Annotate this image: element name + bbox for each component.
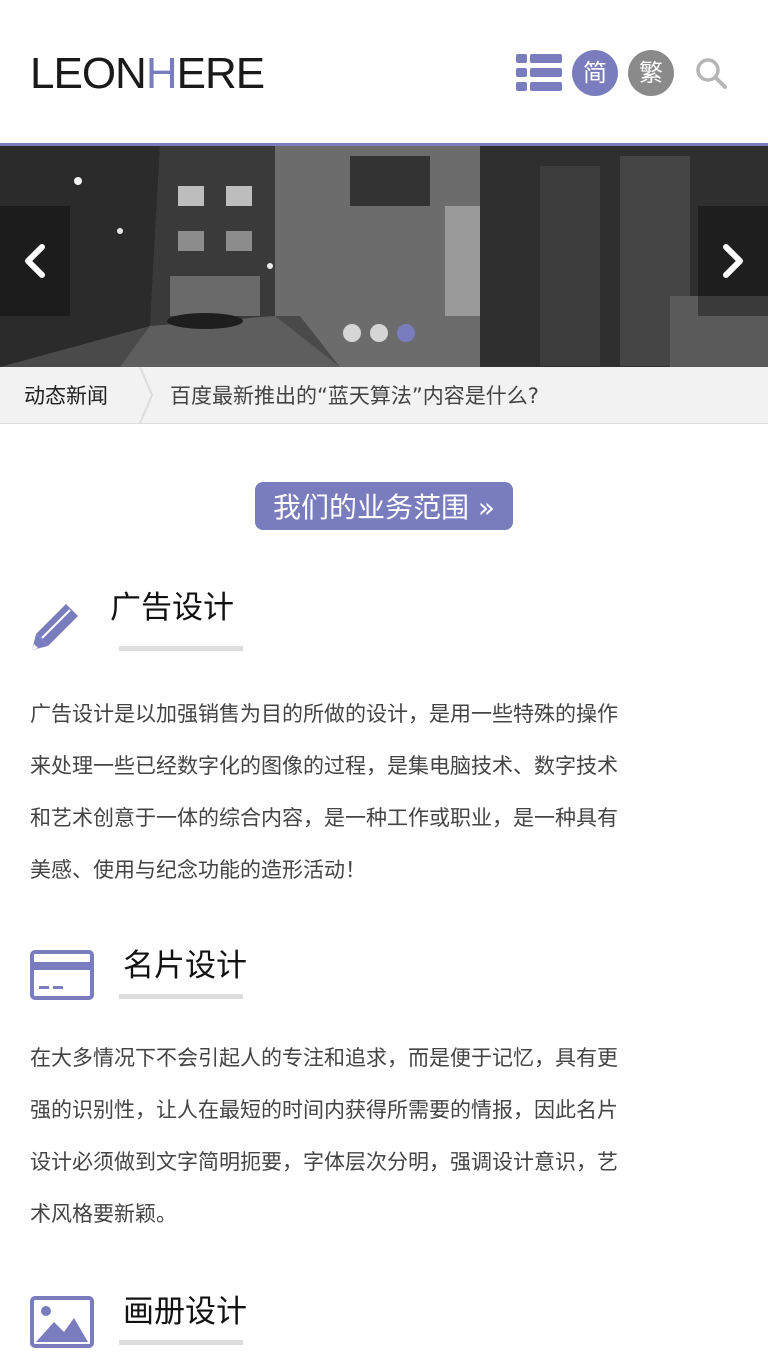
logo-text-accent: H [145,49,178,98]
banner-prev-button[interactable] [0,206,70,316]
hero-banner [0,146,768,367]
lang-traditional-button[interactable]: 繁 [628,50,674,96]
service-description: 在大多情况下不会引起人的专注和追求，而是便于记忆，具有更强的识别性，让人在最短的… [30,1046,618,1226]
chevron-divider-icon [139,367,154,423]
banner-dot-3[interactable] [397,324,415,342]
service-title: 名片设计 [123,948,247,984]
news-label: 动态新闻 [24,384,108,408]
lang-simplified-button[interactable]: 简 [572,50,618,96]
logo-text-part1: LEON [30,49,147,98]
chevron-left-icon [25,244,45,278]
service-ad-design: 广告设计 广告设计是以加强销售为目的所做的设计，是用一些特殊的操作来处理一些已经… [0,582,768,896]
scope-section: 我们的业务范围 » [0,482,768,530]
list-menu-icon[interactable] [516,54,562,92]
service-title: 画册设计 [123,1294,247,1330]
site-header: LEONHERE 简 繁 [0,0,768,146]
service-header: 广告设计 [30,582,768,678]
banner-pagination [343,324,424,342]
card-icon [30,950,94,1000]
pencil-icon [32,604,78,650]
news-headline-link[interactable]: 百度最新推出的“蓝天算法”内容是什么? [170,380,539,410]
title-underline [119,646,243,651]
title-underline [119,994,243,999]
header-actions: 简 繁 [516,50,728,96]
image-icon [30,1296,94,1348]
service-title: 广告设计 [110,590,234,626]
banner-dot-1[interactable] [343,324,361,342]
service-header: 名片设计 [30,940,768,1036]
banner-next-button[interactable] [698,206,768,316]
service-card-design: 名片设计 在大多情况下不会引起人的专注和追求，而是便于记忆，具有更强的识别性，让… [0,940,768,1240]
news-ticker: 动态新闻 百度最新推出的“蓝天算法”内容是什么? [0,367,768,424]
business-scope-button[interactable]: 我们的业务范围 » [254,482,514,530]
logo-text-part2: ERE [176,49,265,98]
banner-dot-2[interactable] [370,324,388,342]
service-description: 广告设计是以加强销售为目的所做的设计，是用一些特殊的操作来处理一些已经数字化的图… [30,702,618,882]
site-logo[interactable]: LEONHERE [30,49,265,98]
service-header: 画册设计 [30,1286,768,1366]
service-brochure-design: 画册设计 [0,1286,768,1366]
search-icon[interactable] [694,56,728,90]
chevron-right-icon [723,244,743,278]
title-underline [119,1340,243,1345]
